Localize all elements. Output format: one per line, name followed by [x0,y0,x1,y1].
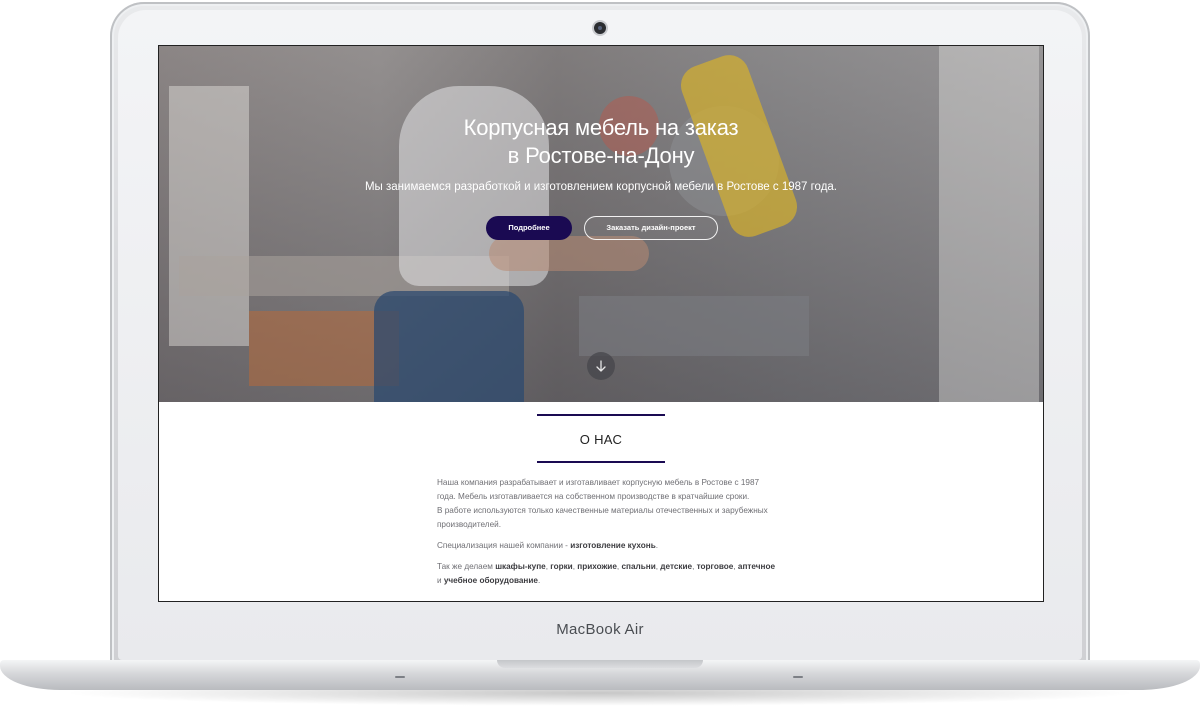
hero-background-worker-arm [489,236,649,271]
about-p1-line3: В работе используются только качественны… [437,506,768,515]
hero-background-window [939,46,1039,402]
about-p2-bold: изготовление кухонь [570,541,656,550]
about-heading: О НАС [579,432,623,447]
device-model-label: MacBook Air [556,621,644,638]
about-p3-suffix: . [537,576,541,585]
about-p3-item: прихожие [577,562,617,571]
more-button[interactable]: Подробнее [486,216,572,240]
about-p1-line2: года. Мебель изготавливается на собствен… [437,492,750,501]
about-p3-item: горки [550,562,573,571]
about-p2-suffix: . [655,541,659,550]
laptop-foot-left [395,676,405,678]
about-p3-item: спальни [621,562,656,571]
laptop-foot-right [793,676,803,678]
hero-subtitle: Мы занимаемся разработкой и изготовление… [364,181,838,193]
about-p3-item: учебное оборудование [443,576,538,585]
hero-section: Корпусная мебель на заказ в Ростове-на-Д… [159,46,1043,402]
browser-viewport: Корпусная мебель на заказ в Ростове-на-Д… [159,46,1043,601]
about-divider-top [537,414,665,416]
about-p2-prefix: Специализация нашей компании - [437,541,571,550]
about-p3-item: детские [660,562,693,571]
hero-background-worker-jeans [374,291,524,402]
arrow-down-icon [596,360,606,372]
hero-title: Корпусная мебель на заказ в Ростове-на-Д… [159,114,1043,170]
about-p3-item: аптечное [737,562,776,571]
about-p1-line4: производителей. [437,520,501,529]
hero-background-saw-base [579,296,809,356]
hero-title-line1: Корпусная мебель на заказ [463,115,739,140]
about-p3-and: и [437,576,444,585]
camera-icon [594,22,606,34]
hero-title-line2: в Ростове-на-Дону [507,143,695,168]
about-paragraph-2: Специализация нашей компании - изготовле… [437,539,777,553]
about-paragraph-1: Наша компания разрабатывает и изготавлив… [437,476,777,532]
order-design-button[interactable]: Заказать дизайн-проект [584,216,718,240]
about-paragraph-3: Так же делаем шкафы-купе, горки, прихожи… [437,560,777,588]
about-p1-line1: Наша компания разрабатывает и изготавлив… [437,478,760,487]
about-text: Наша компания разрабатывает и изготавлив… [437,476,777,595]
about-p3-item: торговое [696,562,734,571]
laptop-notch [497,660,703,668]
about-divider-bottom [537,461,665,463]
scroll-down-button[interactable] [587,352,615,380]
about-p3-item: шкафы-купе [495,562,546,571]
about-p3-prefix: Так же делаем [437,562,496,571]
